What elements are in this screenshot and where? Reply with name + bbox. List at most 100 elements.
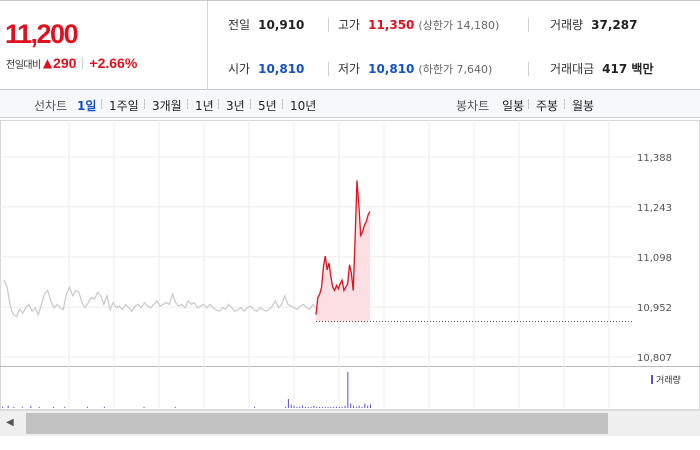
tab-divider (564, 99, 565, 109)
quote-summary: 11,200 전일대비 ▲ 290 +2.66% 전일 10,910 고가 11… (0, 0, 700, 90)
line-chart-label: 선차트 (34, 99, 68, 113)
volume-bar (367, 405, 369, 408)
candle-chart-label: 봉차트 (456, 99, 490, 113)
volume-bar (103, 406, 105, 408)
volume-bar (30, 405, 32, 408)
change-value: 290 (53, 55, 77, 71)
stat-volume: 거래량 37,287 (550, 16, 637, 33)
y-tick-label: 10,952 (637, 303, 672, 314)
current-price: 11,200 (5, 19, 79, 49)
tab-monthly-candle[interactable]: 월봉 (572, 97, 594, 114)
stat-sub: (상한가 14,180) (418, 18, 500, 32)
volume-bar (13, 406, 15, 408)
tab-1w[interactable]: 1주일 (109, 97, 139, 114)
stat-label: 시가 (228, 62, 251, 76)
tab-divider (250, 99, 251, 109)
tab-5y[interactable]: 5년 (258, 97, 277, 114)
stat-label: 거래량 (550, 18, 584, 32)
volume-bar (290, 404, 292, 408)
stat-sub: (하한가 7,640) (418, 62, 493, 76)
volume-bar (336, 406, 338, 408)
volume-bar (324, 406, 326, 408)
stat-divider (328, 62, 329, 76)
volume-bar (299, 406, 301, 408)
stat-divider (528, 18, 529, 32)
price-box: 11,200 전일대비 ▲ 290 +2.66% (0, 1, 208, 90)
volume-bar (304, 406, 306, 408)
stat-label: 거래대금 (550, 62, 595, 76)
volume-bar (2, 406, 3, 408)
volume-bar (358, 405, 360, 408)
volume-bar (143, 406, 145, 408)
tab-divider (144, 99, 145, 109)
tab-divider (187, 99, 188, 109)
volume-bar (285, 406, 287, 408)
stat-value: 10,810 (258, 61, 305, 76)
volume-bar (321, 406, 323, 408)
change-row: 전일대비 ▲ 290 +2.66% (6, 55, 137, 71)
stat-label: 저가 (338, 62, 361, 76)
volume-bar (253, 406, 255, 408)
volume-bar (341, 406, 343, 408)
volume-bar (350, 403, 352, 408)
change-label: 전일대비 (6, 59, 41, 71)
stat-value: 10,910 (258, 17, 305, 32)
tab-weekly-candle[interactable]: 주봉 (536, 97, 558, 114)
stat-value: 10,810 (368, 61, 415, 76)
chart-tabbar: 선차트 1일 1주일 3개월 1년 3년 5년 10년 봉차트 일봉 주봉 월봉 (0, 90, 700, 118)
volume-bar (370, 404, 371, 408)
tab-divider (101, 99, 102, 109)
volume-legend-swatch (651, 375, 653, 384)
tab-daily-candle[interactable]: 일봉 (502, 97, 524, 114)
scroll-left-icon[interactable]: ◀ (6, 417, 14, 428)
tab-divider (528, 99, 529, 109)
tab-1d[interactable]: 1일 (77, 97, 96, 114)
volume-bar (364, 403, 366, 408)
volume-bar (355, 406, 357, 408)
stat-open: 시가 10,810 (228, 60, 304, 77)
volume-bar (353, 405, 355, 408)
change-percent: +2.66% (89, 55, 138, 71)
stat-divider (328, 18, 329, 32)
tab-3m[interactable]: 3개월 (152, 97, 182, 114)
stat-high: 고가 11,350 (상한가 14,180) (338, 16, 499, 33)
volume-bar (38, 406, 40, 408)
change-divider (82, 57, 84, 69)
volume-bar (21, 406, 23, 408)
volume-bar (307, 406, 309, 408)
volume-bar (361, 406, 363, 408)
stat-prev-close: 전일 10,910 (228, 16, 304, 33)
y-tick-label: 11,243 (637, 203, 672, 214)
volume-bar (296, 406, 298, 408)
up-arrow-icon: ▲ (42, 56, 53, 70)
tab-3y[interactable]: 3년 (226, 97, 245, 114)
price-chart[interactable]: 11,388 11,243 11,098 10,952 10,807 거래량 (0, 120, 700, 410)
stat-label: 고가 (338, 18, 361, 32)
stat-value: 417 백만 (602, 62, 654, 76)
scroll-thumb[interactable] (26, 413, 608, 434)
tab-divider (218, 99, 219, 109)
volume-bar (319, 406, 321, 408)
chart-scrollbar[interactable]: ◀ (0, 410, 700, 436)
tab-divider (282, 99, 283, 109)
stat-value: 37,287 (591, 17, 638, 32)
volume-bar (64, 406, 66, 408)
volume-bar (344, 405, 346, 408)
tab-10y[interactable]: 10년 (290, 97, 316, 114)
y-tick-label: 11,388 (637, 153, 672, 164)
volume-bar (310, 406, 312, 408)
bottom-spacer (0, 436, 700, 450)
volume-bar (7, 405, 9, 408)
volume-bar (347, 372, 349, 408)
volume-bar (174, 406, 176, 408)
volume-bar (316, 406, 318, 408)
tab-1y[interactable]: 1년 (195, 97, 214, 114)
y-tick-label: 11,098 (637, 253, 672, 264)
stat-amount: 거래대금 417 백만 (550, 60, 653, 77)
stat-divider (528, 62, 529, 76)
volume-bar (86, 406, 88, 408)
volume-bar (52, 406, 54, 408)
volume-bar (333, 406, 335, 408)
volume-bar (287, 399, 289, 408)
stat-low: 저가 10,810 (하한가 7,640) (338, 60, 492, 77)
